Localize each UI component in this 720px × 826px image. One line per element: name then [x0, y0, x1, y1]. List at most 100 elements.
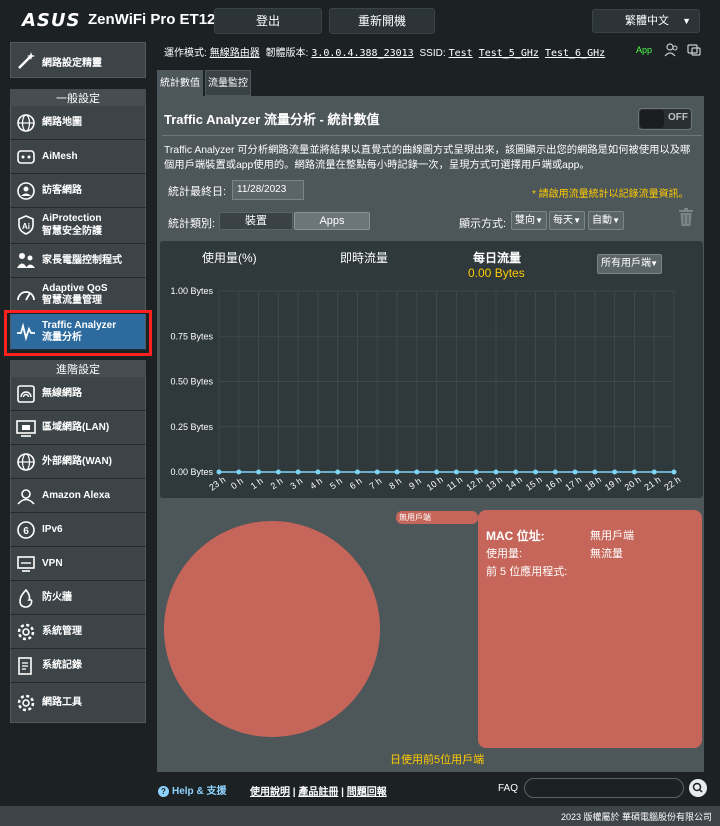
- sidebar-item-wireless[interactable]: 無線網路: [10, 377, 146, 411]
- x-tick-label: 9 h: [407, 476, 423, 491]
- sidebar-item-sublabel: 智慧流量管理: [42, 295, 102, 306]
- sidebar-item-label: 無線網路: [42, 388, 82, 399]
- sidebar-item-parental-controls[interactable]: 家長電腦控制程式: [10, 244, 146, 278]
- mode-select[interactable]: 自動 ▼: [588, 211, 624, 230]
- y-tick-label: 0.00 Bytes: [170, 467, 213, 477]
- sidebar-item-label: 系統記錄: [42, 660, 82, 671]
- x-tick-label: 0 h: [229, 476, 245, 491]
- x-tick-label: 18 h: [583, 474, 603, 492]
- sidebar-item-network-tools[interactable]: 網路工具: [10, 683, 146, 723]
- sidebar-item-vpn[interactable]: VPN: [10, 547, 146, 581]
- vpn-icon: [17, 556, 35, 572]
- sidebar-item-administration[interactable]: 系統管理: [10, 615, 146, 649]
- data-point: [354, 469, 360, 475]
- manual-link[interactable]: 使用說明: [250, 787, 290, 798]
- sidebar-item-label: AiMesh: [42, 151, 78, 162]
- data-point: [394, 469, 400, 475]
- period-select[interactable]: 每天 ▼: [549, 211, 585, 230]
- display-label: 顯示方式:: [459, 218, 507, 230]
- category-apps-button[interactable]: Apps: [294, 212, 370, 230]
- x-tick-label: 10 h: [425, 474, 445, 492]
- x-tick-label: 7 h: [368, 476, 384, 491]
- tab-usage-percent[interactable]: 使用量(%): [202, 249, 257, 266]
- data-point: [453, 469, 459, 475]
- x-tick-label: 12 h: [464, 474, 484, 492]
- tab-statistics[interactable]: 統計數值: [157, 70, 203, 97]
- copyright-bar: 2023 版權屬於 華碩電腦股份有限公司: [0, 806, 720, 826]
- direction-value: 雙向: [515, 215, 535, 226]
- x-tick-label: 16 h: [544, 474, 564, 492]
- sidebar-item-network-map[interactable]: 網路地圖: [10, 106, 146, 140]
- sidebar-item-alexa[interactable]: Amazon Alexa: [10, 479, 146, 513]
- sidebar-item-label: 區域網路(LAN): [42, 422, 110, 433]
- traffic-analyzer-toggle[interactable]: OFF: [638, 108, 692, 130]
- last-date-input[interactable]: 11/28/2023: [232, 180, 304, 200]
- data-point: [275, 469, 281, 475]
- top5-title: 日使用前5位用戶端: [390, 754, 485, 766]
- direction-select[interactable]: 雙向 ▼: [511, 211, 547, 230]
- ssid-link[interactable]: Test_6_GHz: [545, 48, 605, 59]
- sidebar-item-guest-network[interactable]: 訪客網路: [10, 174, 146, 208]
- help-label: Help & 支援: [172, 786, 227, 797]
- sidebar-item-wan[interactable]: 外部網路(WAN): [10, 445, 146, 479]
- sidebar-item-ipv6[interactable]: 6 IPv6: [10, 513, 146, 547]
- data-point: [414, 469, 420, 475]
- app-badge[interactable]: App: [636, 45, 652, 55]
- sidebar-item-label: 防火牆: [42, 592, 72, 603]
- gear-icon: [17, 694, 35, 712]
- globe-icon: [17, 114, 35, 132]
- reboot-button[interactable]: 重新開機: [329, 8, 435, 34]
- language-value: 繁體中文: [625, 15, 669, 27]
- trash-icon[interactable]: [678, 207, 694, 227]
- top-bar: ASUS ZenWiFi Pro ET12 登出 重新開機 繁體中文 ▼: [0, 0, 720, 40]
- tab-daily-traffic[interactable]: 每日流量: [473, 249, 521, 266]
- family-icon: [17, 253, 35, 268]
- x-tick-label: 17 h: [563, 474, 583, 492]
- clients-icon[interactable]: [664, 42, 680, 58]
- ssid-link[interactable]: Test_5_GHz: [479, 48, 539, 59]
- tab-traffic-monitor[interactable]: 流量監控: [205, 70, 251, 96]
- data-point: [671, 469, 677, 475]
- help-support-link[interactable]: ? Help & 支援: [158, 782, 226, 797]
- faq-search-input[interactable]: [524, 778, 684, 798]
- sidebar-item-label: VPN: [42, 558, 63, 569]
- firmware-link[interactable]: 3.0.0.4.388_23013: [311, 48, 413, 59]
- language-select[interactable]: 繁體中文 ▼: [592, 9, 700, 33]
- sidebar-item-lan[interactable]: 區域網路(LAN): [10, 411, 146, 445]
- data-point: [612, 469, 618, 475]
- period-value: 每天: [553, 215, 573, 226]
- mode-link[interactable]: 無線路由器: [210, 48, 260, 59]
- sidebar-item-label: 系統管理: [42, 626, 82, 637]
- usb-icon[interactable]: [686, 42, 702, 58]
- feedback-link[interactable]: 問題回報: [347, 787, 387, 798]
- traffic-line-chart: 1.00 Bytes 0.75 Bytes 0.50 Bytes 0.25 Bytes…: [170, 286, 682, 493]
- pie-label: 無用戶端: [396, 511, 478, 524]
- x-tick-label: 19 h: [603, 474, 623, 492]
- sidebar-item-firewall[interactable]: 防火牆: [10, 581, 146, 615]
- copyright-text: 2023 版權屬於 華碩電腦股份有限公司: [560, 812, 712, 822]
- category-device-button[interactable]: 裝置: [219, 212, 293, 230]
- logout-button[interactable]: 登出: [214, 8, 322, 34]
- usage-value: 無流量: [590, 548, 623, 560]
- x-tick-label: 23 h: [207, 474, 227, 492]
- faq-label: FAQ: [498, 783, 519, 794]
- client-filter-select[interactable]: 所有用戶端 ▼: [597, 254, 662, 274]
- last-date-label: 統計最終日:: [168, 186, 227, 198]
- sidebar-item-aiprotection[interactable]: Ai AiProtection 智慧安全防護: [10, 208, 146, 244]
- sidebar-item-aimesh[interactable]: AiMesh: [10, 140, 146, 174]
- tab-realtime-traffic[interactable]: 即時流量: [340, 249, 388, 266]
- ssid-link[interactable]: Test: [449, 48, 473, 59]
- search-button[interactable]: [689, 779, 707, 797]
- sidebar-item-adaptive-qos[interactable]: Adaptive QoS 智慧流量管理: [10, 278, 146, 312]
- register-link[interactable]: 產品註冊: [298, 787, 338, 798]
- question-icon: ?: [158, 786, 169, 797]
- x-tick-label: 2 h: [269, 476, 285, 491]
- sidebar-item-system-log[interactable]: 系統記錄: [10, 649, 146, 683]
- data-point: [434, 469, 440, 475]
- x-tick-label: 4 h: [308, 476, 324, 491]
- chevron-down-icon: ▼: [650, 259, 658, 268]
- firewall-icon: [19, 588, 33, 608]
- quick-setup-button[interactable]: 網路設定精靈: [10, 42, 146, 78]
- asus-logo[interactable]: ASUS: [22, 10, 80, 31]
- x-tick-label: 20 h: [623, 474, 643, 492]
